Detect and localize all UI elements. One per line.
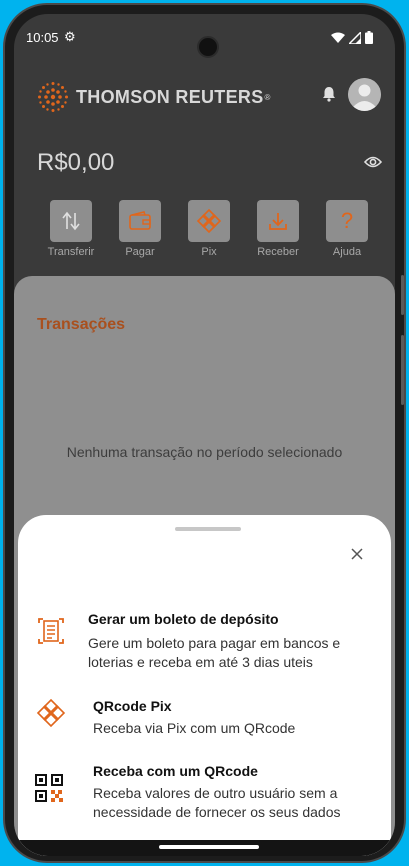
action-label-receber: Receber	[257, 246, 299, 258]
receive-options-sheet: Gerar um boleto de depósito Gere um bole…	[18, 515, 391, 856]
close-icon[interactable]	[348, 545, 366, 563]
action-label-ajuda: Ajuda	[332, 246, 362, 258]
screen: 10:05 ⚙ THOMSON REUTERS ® R$0,00 Transfe…	[14, 14, 395, 856]
option-qrcode-pix[interactable]: QRcode Pix Receba via Pix com um QRcode	[32, 687, 381, 737]
pix-icon	[196, 208, 222, 234]
user-avatar[interactable]	[348, 78, 381, 111]
action-label-transferir: Transferir	[47, 246, 95, 258]
status-bar: 10:05 ⚙	[14, 14, 395, 60]
volume-button	[401, 275, 404, 315]
option-description: Gere um boleto para pagar em bancos e lo…	[88, 635, 341, 670]
option-receba-qrcode[interactable]: Receba com um QRcode Receba valores de o…	[32, 753, 381, 823]
barcode-document-icon	[38, 618, 64, 644]
action-receber[interactable]: Receber	[251, 200, 305, 258]
registered-mark: ®	[264, 92, 271, 102]
front-camera	[197, 36, 219, 58]
settings-gear-icon: ⚙	[64, 29, 76, 44]
power-button	[401, 335, 404, 405]
action-button-transferir[interactable]	[50, 200, 92, 242]
logo-text: THOMSON REUTERS	[76, 86, 264, 107]
action-transferir[interactable]: Transferir	[44, 200, 98, 258]
action-ajuda[interactable]: ? Ajuda	[320, 200, 374, 258]
action-button-ajuda[interactable]: ?	[326, 200, 368, 242]
system-nav-bar	[14, 840, 395, 856]
option-description: Receba via Pix com um QRcode	[93, 720, 296, 736]
option-title: Gerar um boleto de depósito	[88, 611, 279, 627]
action-label-pagar: Pagar	[125, 246, 155, 258]
question-icon: ?	[340, 208, 354, 233]
option-title: Receba com um QRcode	[93, 763, 258, 779]
balance-amount: R$0,00	[37, 149, 115, 176]
action-pagar[interactable]: Pagar	[113, 200, 167, 258]
home-gesture-pill[interactable]	[159, 845, 259, 849]
thomson-reuters-logo: THOMSON REUTERS ®	[36, 80, 270, 114]
action-button-pix[interactable]	[188, 200, 230, 242]
transactions-empty-message: Nenhuma transação no período selecionado	[66, 444, 343, 460]
eye-visibility-icon[interactable]	[364, 156, 382, 168]
sheet-drag-handle[interactable]	[175, 527, 241, 531]
status-icons	[331, 31, 373, 44]
download-icon	[269, 213, 287, 230]
pix-icon	[36, 698, 66, 728]
wifi-icon	[331, 32, 345, 43]
user-silhouette-icon	[348, 78, 381, 111]
quick-actions: Transferir Pagar Pix Receber ? Ajuda	[44, 200, 374, 258]
qrcode-icon	[35, 774, 63, 802]
option-description: Receba valores de outro usuário sem a ne…	[93, 785, 341, 820]
signal-icon	[349, 31, 361, 44]
action-button-pagar[interactable]	[119, 200, 161, 242]
action-pix[interactable]: Pix	[182, 200, 236, 258]
phone-frame: 10:05 ⚙ THOMSON REUTERS ® R$0,00 Transfe…	[3, 3, 406, 863]
option-title: QRcode Pix	[93, 698, 172, 714]
transfer-arrows-icon	[62, 211, 80, 231]
wallet-icon	[129, 211, 151, 230]
reuters-dots-logo-icon	[38, 82, 68, 112]
notification-bell-icon[interactable]	[322, 86, 336, 102]
battery-icon	[365, 31, 373, 44]
transactions-title: Transações	[37, 316, 126, 333]
status-time: 10:05	[26, 30, 59, 45]
action-label-pix: Pix	[201, 246, 217, 258]
option-gerar-boleto[interactable]: Gerar um boleto de depósito Gere um bole…	[32, 605, 381, 670]
action-button-receber[interactable]	[257, 200, 299, 242]
app-header: THOMSON REUTERS ®	[14, 76, 395, 116]
